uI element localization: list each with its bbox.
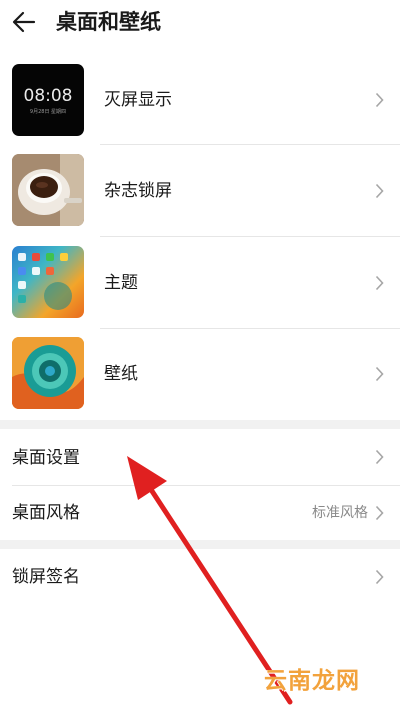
chevron-right-icon xyxy=(375,449,384,465)
coffee-cup-image xyxy=(12,154,84,226)
aod-thumbnail: 08:08 9月28日 星期四 xyxy=(12,64,84,136)
list-item-label: 壁纸 xyxy=(104,364,138,384)
magazine-thumbnail xyxy=(12,154,84,226)
aod-date: 9月28日 星期四 xyxy=(29,109,67,115)
aod-time: 08:08 xyxy=(23,86,73,106)
lock-screen-signature-label: 锁屏签名 xyxy=(12,567,80,587)
top-bar: 桌面和壁纸 xyxy=(0,0,400,46)
desktop-style-label: 桌面风格 xyxy=(12,503,80,523)
chevron-right-icon xyxy=(375,275,384,291)
list-item-theme[interactable]: 主题 xyxy=(0,237,400,328)
desktop-settings-item[interactable]: 桌面设置 xyxy=(0,429,400,485)
list-item-label: 灭屏显示 xyxy=(104,90,172,110)
section-gap xyxy=(0,420,400,429)
theme-thumbnail xyxy=(12,246,84,318)
chevron-right-icon xyxy=(375,569,384,585)
list-item-aod[interactable]: 08:08 9月28日 星期四 灭屏显示 xyxy=(0,56,400,144)
chevron-right-icon xyxy=(375,505,384,521)
list-item-label: 杂志锁屏 xyxy=(104,181,172,201)
page-title: 桌面和壁纸 xyxy=(56,10,161,34)
desktop-style-item[interactable]: 桌面风格 标准风格 xyxy=(0,486,400,540)
wallpaper-thumbnail xyxy=(12,337,84,409)
chevron-right-icon xyxy=(375,366,384,382)
chevron-right-icon xyxy=(375,183,384,199)
desktop-settings-label: 桌面设置 xyxy=(12,448,80,468)
wallpaper-image xyxy=(12,337,84,409)
back-arrow-icon[interactable] xyxy=(10,8,38,36)
list-item-wallpaper[interactable]: 壁纸 xyxy=(0,329,400,419)
desktop-style-value: 标准风格 xyxy=(312,505,368,521)
theme-icons-image xyxy=(18,253,72,310)
list-item-magazine-lock[interactable]: 杂志锁屏 xyxy=(0,145,400,236)
list-item-label: 主题 xyxy=(104,273,138,293)
chevron-right-icon xyxy=(375,92,384,108)
lock-screen-signature-item[interactable]: 锁屏签名 xyxy=(0,549,400,605)
watermark: 云南龙网 xyxy=(264,668,360,694)
section-gap xyxy=(0,540,400,549)
